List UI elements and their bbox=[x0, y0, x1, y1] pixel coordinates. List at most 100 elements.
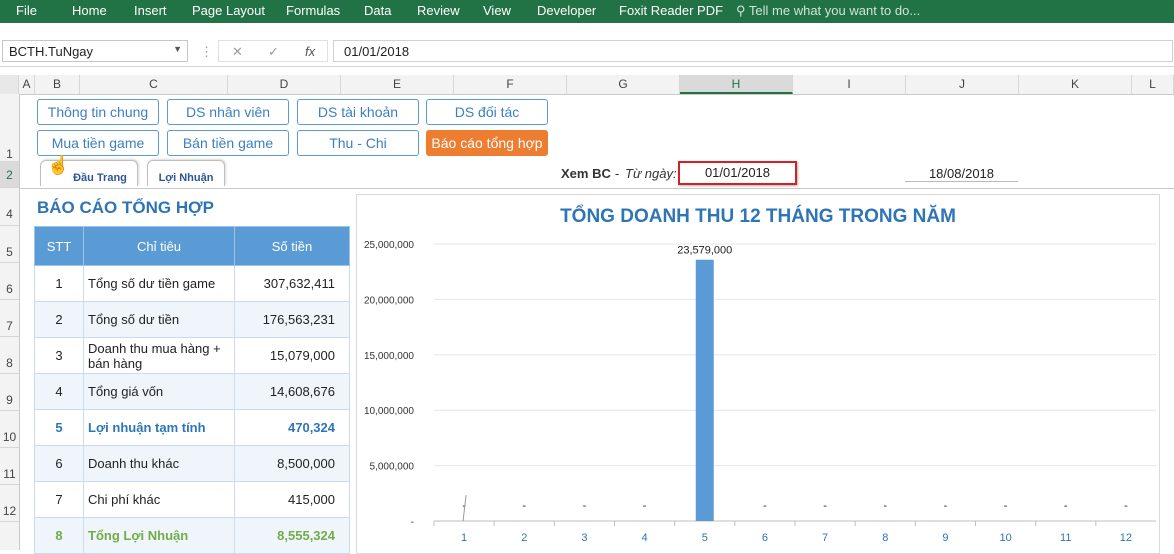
data-label: - bbox=[522, 500, 526, 512]
tab-insert[interactable]: Insert bbox=[134, 3, 167, 18]
nav-button-partners[interactable]: DS đối tác bbox=[426, 99, 548, 125]
column-header-g[interactable]: G bbox=[567, 75, 680, 94]
nav-button-summary-report[interactable]: Báo cáo tổng hợp bbox=[426, 130, 548, 156]
nav-button-general-info[interactable]: Thông tin chung bbox=[37, 99, 159, 125]
column-header-e[interactable]: E bbox=[341, 75, 454, 94]
table-row: 7 Chi phí khác 415,000 bbox=[34, 481, 350, 518]
tab-page-layout[interactable]: Page Layout bbox=[192, 3, 265, 18]
row-header-6[interactable]: 6 bbox=[0, 263, 19, 300]
column-header-amount: Số tiền bbox=[234, 226, 350, 266]
data-label: 23,579,000 bbox=[677, 245, 732, 257]
table-header-row: STT Chỉ tiêu Số tiền bbox=[34, 226, 350, 266]
tab-view[interactable]: View bbox=[483, 3, 511, 18]
table-row: 6 Doanh thu khác 8,500,000 bbox=[34, 445, 350, 482]
hand-pointer-icon: ☝ bbox=[47, 155, 70, 175]
cell-stt[interactable]: 2 bbox=[34, 301, 84, 338]
row-header-4[interactable]: 4 bbox=[0, 188, 19, 226]
cell-amount[interactable]: 14,608,676 bbox=[234, 373, 350, 410]
cell-amount[interactable]: 15,079,000 bbox=[234, 337, 350, 374]
cell-indicator[interactable]: Tổng số dư tiền game bbox=[83, 265, 235, 302]
tab-formulas[interactable]: Formulas bbox=[286, 3, 340, 18]
y-tick-label: 20,000,000 bbox=[364, 295, 414, 306]
row-header-12[interactable]: 12 bbox=[0, 485, 19, 522]
column-header-b[interactable]: B bbox=[35, 75, 80, 94]
tab-home[interactable]: Home bbox=[72, 3, 107, 18]
nav-button-accounts[interactable]: DS tài khoản bbox=[297, 99, 419, 125]
cell-amount[interactable]: 415,000 bbox=[234, 481, 350, 518]
tab-review[interactable]: Review bbox=[417, 3, 460, 18]
row-header-8[interactable]: 8 bbox=[0, 337, 19, 374]
cell-stt[interactable]: 6 bbox=[34, 445, 84, 482]
x-tick-label: 5 bbox=[702, 532, 708, 544]
cell-stt[interactable]: 8 bbox=[34, 517, 84, 554]
to-date-cell[interactable]: 18/08/2018 bbox=[905, 166, 1018, 182]
enter-check-icon[interactable]: ✓ bbox=[268, 44, 279, 60]
report-label: Xem BC bbox=[561, 166, 611, 181]
row-header-1[interactable]: 1 bbox=[0, 94, 19, 162]
column-header-h[interactable]: H bbox=[680, 75, 793, 94]
cell-indicator[interactable]: Tổng giá vốn bbox=[83, 373, 235, 410]
cell-indicator[interactable]: Tổng Lợi Nhuận bbox=[83, 517, 235, 554]
nav-button-buy-game-money[interactable]: Mua tiền game bbox=[37, 130, 159, 156]
column-header-f[interactable]: F bbox=[454, 75, 567, 94]
data-label: - bbox=[944, 500, 948, 512]
column-header-c[interactable]: C bbox=[80, 75, 228, 94]
cell-stt[interactable]: 3 bbox=[34, 337, 84, 374]
column-header-d[interactable]: D bbox=[228, 75, 341, 94]
nav-button-employees[interactable]: DS nhân viên bbox=[167, 99, 289, 125]
cell-indicator[interactable]: Tổng số dư tiền bbox=[83, 301, 235, 338]
nav-button-income-expense[interactable]: Thu - Chi bbox=[297, 130, 419, 156]
cell-stt[interactable]: 7 bbox=[34, 481, 84, 518]
data-label: - bbox=[583, 500, 587, 512]
x-tick-label: 7 bbox=[822, 532, 828, 544]
x-tick-label: 6 bbox=[762, 532, 768, 544]
cell-stt[interactable]: 5 bbox=[34, 409, 84, 446]
x-tick-label: 2 bbox=[521, 532, 527, 544]
top-of-page-button[interactable]: ☝ Đầu Trang bbox=[40, 155, 138, 186]
column-header-i[interactable]: I bbox=[793, 75, 906, 94]
row-header-5[interactable]: 5 bbox=[0, 226, 19, 263]
tab-file[interactable]: File bbox=[16, 3, 37, 18]
tell-me-box[interactable]: ⚲ Tell me what you want to do... bbox=[736, 3, 920, 19]
formula-input[interactable]: 01/01/2018 bbox=[333, 40, 1173, 62]
x-tick-label: 3 bbox=[581, 532, 587, 544]
row-header-7[interactable]: 7 bbox=[0, 300, 19, 337]
cell-amount[interactable]: 176,563,231 bbox=[234, 301, 350, 338]
row-header-11[interactable]: 11 bbox=[0, 448, 19, 485]
cell-amount[interactable]: 470,324 bbox=[234, 409, 350, 446]
ribbon-bar: File Home Insert Page Layout Formulas Da… bbox=[0, 0, 1174, 23]
chevron-down-icon[interactable]: ▼ bbox=[173, 44, 182, 54]
y-tick-label: 5,000,000 bbox=[370, 462, 415, 473]
insert-function-icon[interactable]: fx bbox=[305, 44, 315, 59]
cell-amount[interactable]: 307,632,411 bbox=[234, 265, 350, 302]
select-all-corner[interactable] bbox=[0, 75, 19, 94]
cancel-icon[interactable]: ✕ bbox=[232, 44, 243, 60]
cell-indicator[interactable]: Lợi nhuận tạm tính bbox=[83, 409, 235, 446]
from-date-cell[interactable]: 01/01/2018 bbox=[678, 161, 797, 185]
row-header-2[interactable]: 2 bbox=[0, 162, 19, 188]
row-header-9[interactable]: 9 bbox=[0, 374, 19, 411]
cell-amount[interactable]: 8,555,324 bbox=[234, 517, 350, 554]
profit-button[interactable]: Lợi Nhuận bbox=[147, 160, 225, 186]
column-header-a[interactable]: A bbox=[19, 75, 35, 94]
name-box[interactable]: BCTH.TuNgay ▼ bbox=[2, 40, 188, 62]
cell-indicator[interactable]: Doanh thu mua hàng + bán hàng bbox=[83, 337, 235, 374]
cell-amount[interactable]: 8,500,000 bbox=[234, 445, 350, 482]
x-tick-label: 8 bbox=[882, 532, 888, 544]
column-header-l[interactable]: L bbox=[1132, 75, 1174, 94]
cell-indicator[interactable]: Chi phí khác bbox=[83, 481, 235, 518]
data-label: - bbox=[1064, 500, 1068, 512]
tab-data[interactable]: Data bbox=[364, 3, 391, 18]
top-of-page-label: Đầu Trang bbox=[73, 172, 127, 184]
tab-developer[interactable]: Developer bbox=[537, 3, 596, 18]
cell-stt[interactable]: 4 bbox=[34, 373, 84, 410]
x-tick-label: 12 bbox=[1120, 532, 1132, 544]
cell-indicator[interactable]: Doanh thu khác bbox=[83, 445, 235, 482]
row-header-10[interactable]: 10 bbox=[0, 411, 19, 448]
column-header-k[interactable]: K bbox=[1019, 75, 1132, 94]
cell-stt[interactable]: 1 bbox=[34, 265, 84, 302]
column-header-j[interactable]: J bbox=[906, 75, 1019, 94]
nav-button-sell-game-money[interactable]: Bán tiền game bbox=[167, 130, 289, 156]
tab-foxit-reader-pdf[interactable]: Foxit Reader PDF bbox=[619, 3, 723, 18]
x-tick-label: 10 bbox=[999, 532, 1011, 544]
